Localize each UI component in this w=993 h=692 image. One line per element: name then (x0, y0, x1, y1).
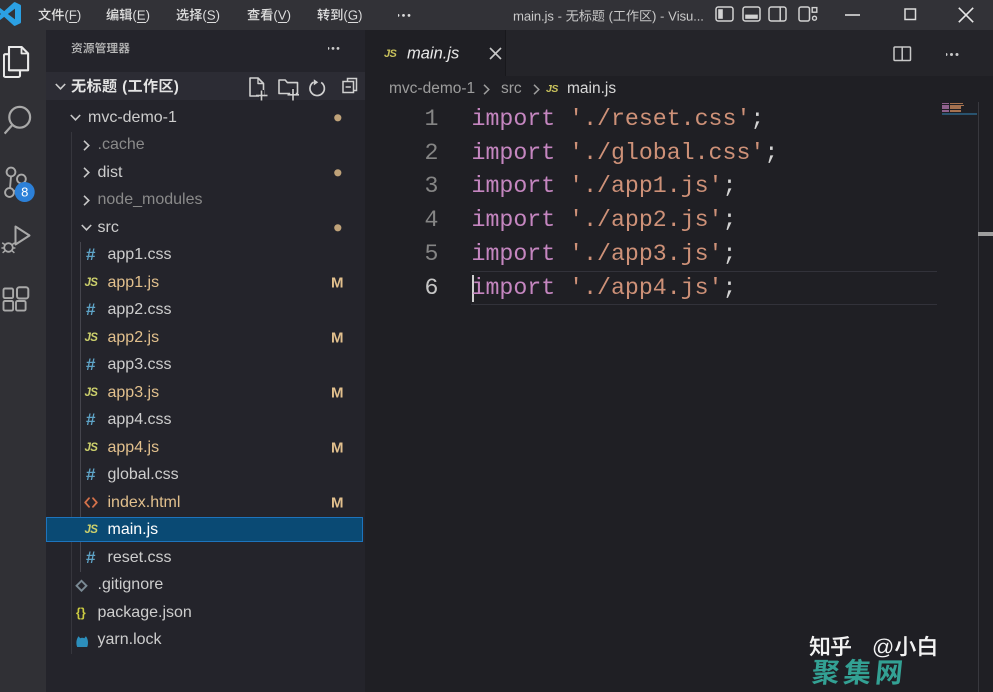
svg-text:8: 8 (21, 185, 28, 200)
